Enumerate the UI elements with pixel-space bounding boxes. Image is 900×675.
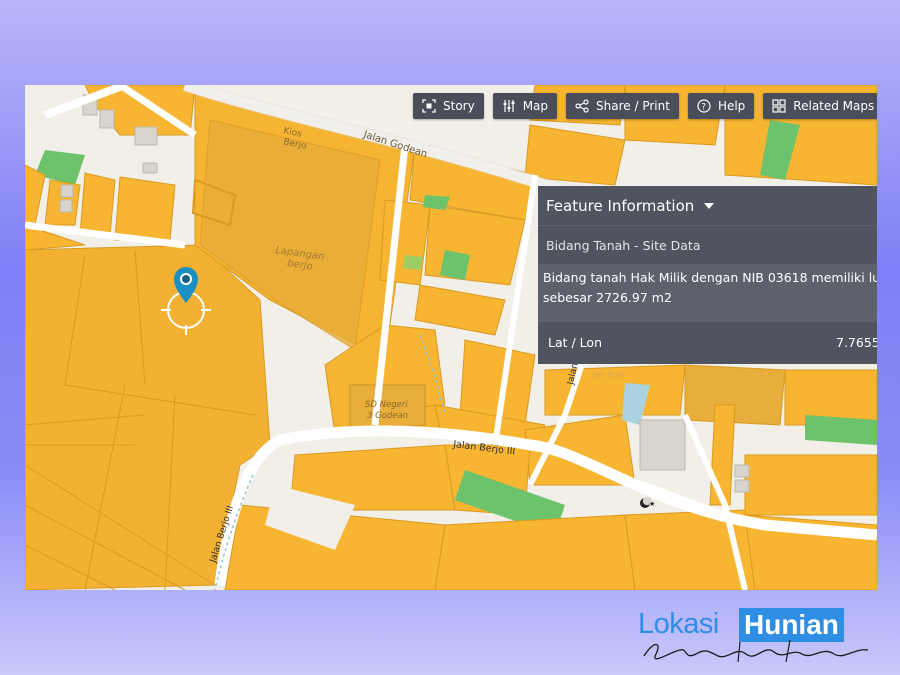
map-button[interactable]: Map	[492, 93, 558, 119]
story-icon	[422, 99, 436, 113]
building-5	[59, 199, 73, 213]
help-label: Help	[717, 99, 746, 113]
feature-info-header[interactable]: Feature Information	[538, 186, 877, 226]
help-icon: ?	[697, 99, 711, 113]
svg-text:?: ?	[701, 103, 706, 113]
brand-signature-icon	[643, 639, 869, 663]
grid-icon	[772, 99, 786, 113]
parcel-s4	[434, 514, 636, 590]
parcel-nw-f	[79, 172, 116, 236]
building-2	[99, 109, 115, 129]
label-faint: Fair Point	[593, 371, 625, 379]
feature-info-subtitle: Bidang Tanah - Site Data	[546, 237, 701, 253]
related-maps-label: Related Maps	[793, 99, 875, 113]
share-print-button[interactable]: Share / Print	[566, 93, 679, 119]
building-7	[734, 464, 750, 478]
parcel-e6	[744, 454, 877, 516]
svg-text:★: ★	[649, 500, 655, 508]
building-6	[142, 162, 158, 174]
parcel-nw-g	[114, 176, 176, 241]
map-frame[interactable]: Kios Berjo Jalan Godean Lapangan berjo S…	[25, 85, 877, 590]
help-button[interactable]: ? Help	[687, 93, 755, 119]
latlon-label: Lat / Lon	[548, 334, 602, 350]
story-button[interactable]: Story	[413, 93, 484, 119]
building-mosque	[639, 419, 686, 471]
latlon-value: 7.7655	[836, 334, 877, 350]
share-icon	[575, 99, 589, 113]
parcel-green-3	[403, 255, 423, 270]
building-4	[60, 184, 74, 198]
share-print-label: Share / Print	[596, 99, 670, 113]
parcel-e7	[805, 415, 877, 445]
building-8	[734, 479, 750, 493]
building-3	[134, 126, 158, 146]
feature-info-title: Feature Information	[546, 196, 695, 215]
parcel-e3	[784, 369, 877, 426]
feature-info-body-line1: Bidang tanah Hak Milik dengan NIB 03618 …	[543, 270, 877, 285]
caret-down-icon[interactable]	[704, 202, 715, 209]
map-label: Map	[522, 99, 549, 113]
map-toolbar: Story Map Share / Print ? Help Related M…	[413, 93, 877, 119]
label-sd-negeri: SD Negeri	[365, 400, 408, 410]
story-label: Story	[443, 99, 475, 113]
label-sd-godean: 3 Godean	[367, 411, 408, 421]
parcel-e2	[684, 364, 786, 426]
brand-logo: Lokasi Hunian	[638, 608, 878, 668]
parcel-e5	[709, 404, 736, 506]
latlon-row: Lat / Lon 7.7655	[538, 322, 877, 362]
parcel-green-1	[440, 250, 470, 280]
map-settings-icon	[503, 100, 515, 112]
feature-info-body: Bidang tanah Hak Milik dengan NIB 03618 …	[538, 264, 877, 322]
related-maps-button[interactable]: Related Maps	[763, 93, 877, 119]
feature-info-panel: Feature Information Bidang Tanah - Site …	[538, 186, 877, 364]
feature-info-body-line2: sebesar 2726.97 m2	[543, 290, 672, 305]
